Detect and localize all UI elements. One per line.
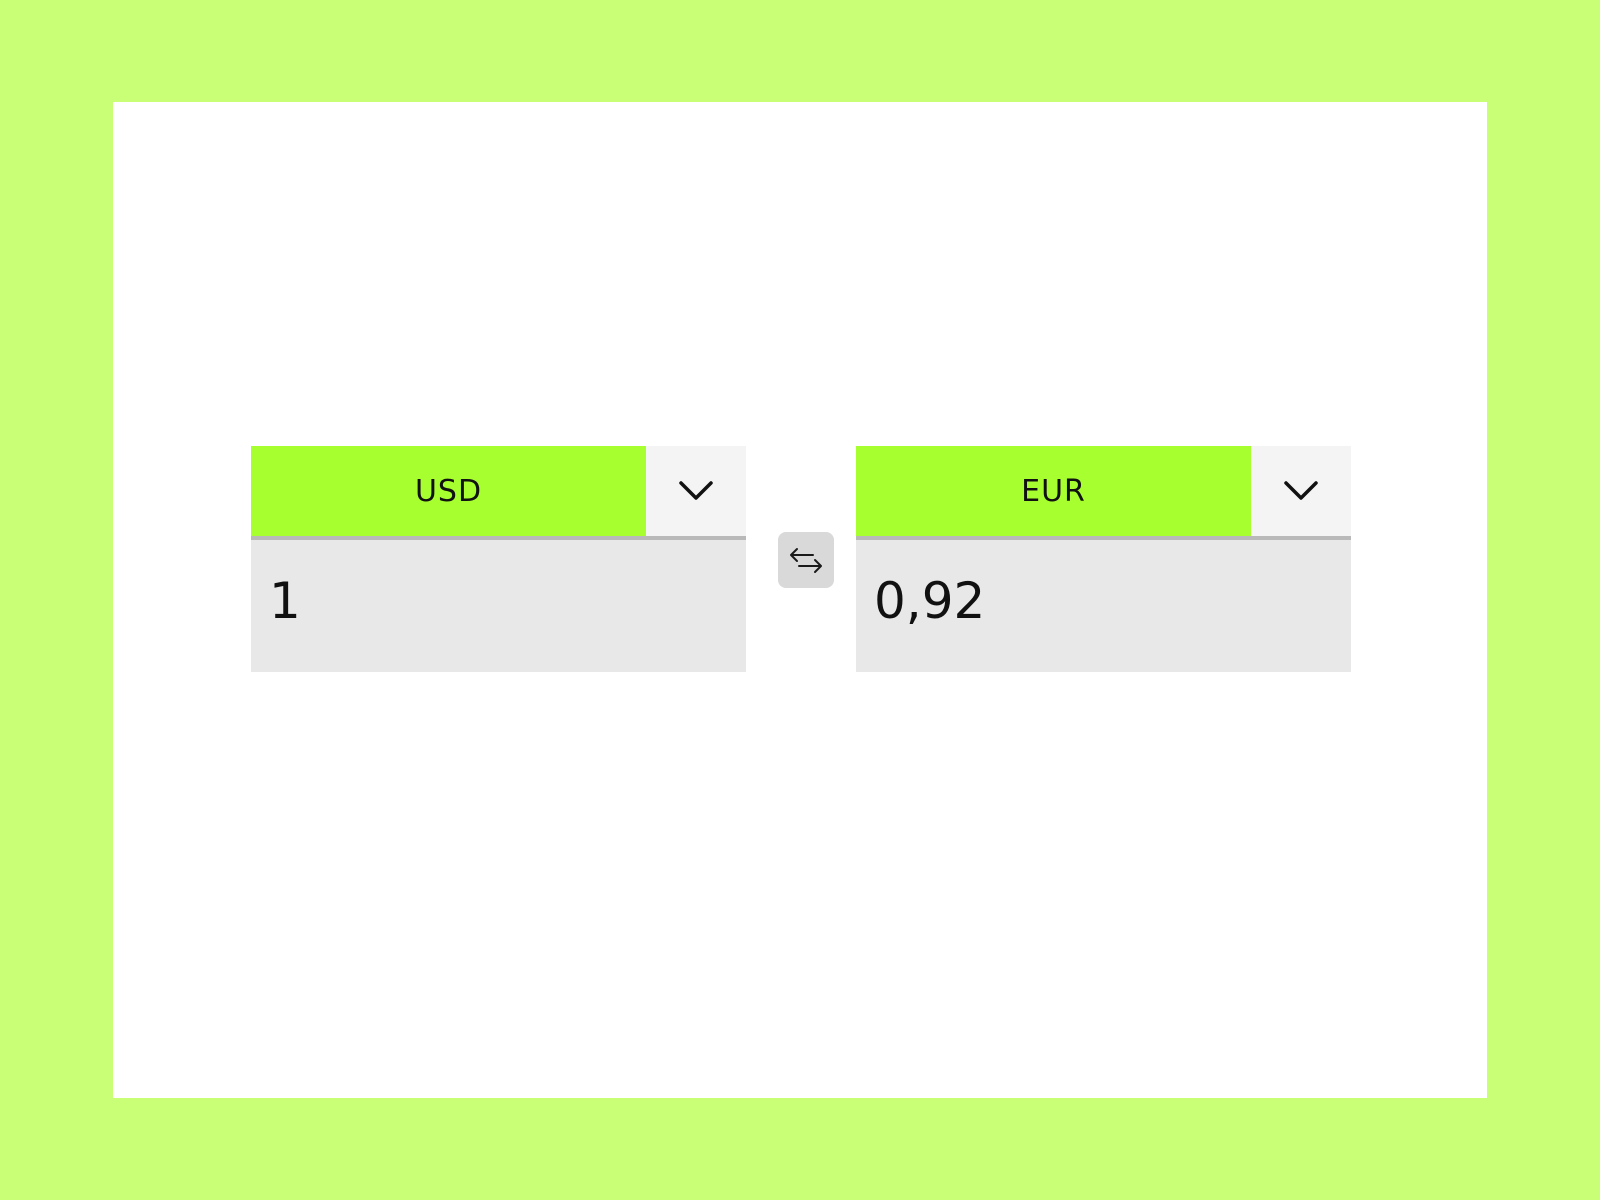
to-amount-value: 0,92 xyxy=(874,572,986,630)
from-amount-field[interactable]: 1 xyxy=(251,540,746,672)
to-currency-selector: EUR xyxy=(856,446,1351,540)
to-amount-field[interactable]: 0,92 xyxy=(856,540,1351,672)
from-currency-dropdown-button[interactable] xyxy=(646,446,746,536)
currency-converter: USD 1 EUR 0,92 xyxy=(251,446,1351,672)
to-currency-dropdown-button[interactable] xyxy=(1251,446,1351,536)
from-currency-panel: USD 1 xyxy=(251,446,746,672)
from-currency-button[interactable]: USD xyxy=(251,446,646,536)
to-currency-panel: EUR 0,92 xyxy=(856,446,1351,672)
to-currency-button[interactable]: EUR xyxy=(856,446,1251,536)
from-amount-value: 1 xyxy=(269,572,301,630)
converter-card: USD 1 EUR 0,92 xyxy=(113,102,1487,1098)
swap-arrows-icon xyxy=(790,548,822,573)
from-currency-selector: USD xyxy=(251,446,746,540)
chevron-down-icon xyxy=(1284,481,1318,500)
swap-currencies-button[interactable] xyxy=(778,532,834,588)
chevron-down-icon xyxy=(679,481,713,500)
